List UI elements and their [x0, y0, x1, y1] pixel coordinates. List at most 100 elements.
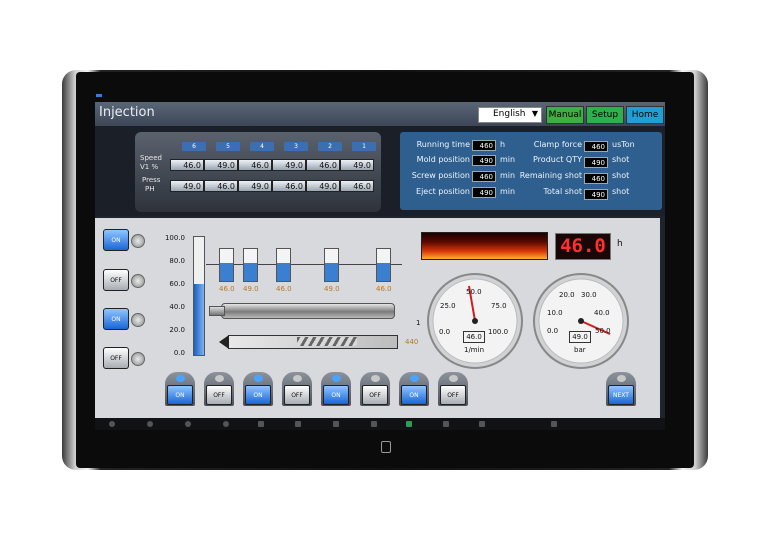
language-select[interactable]: English ▼	[478, 107, 542, 123]
taskbar-icon[interactable]	[406, 421, 412, 427]
gauge1-tick: 50.0	[466, 288, 482, 296]
speed-gauge	[427, 273, 523, 369]
tank-header-line	[206, 264, 402, 265]
taskbar-icon[interactable]	[295, 421, 301, 427]
speed-field[interactable]: 49.0	[204, 159, 238, 171]
status-panel: Running time 460 h Mold position 490 min…	[400, 132, 662, 210]
speed-press-panel: 6 5 4 3 2 1 Speed V1 % Press PH 46.0 49.…	[135, 132, 381, 212]
press-field[interactable]: 49.0	[170, 180, 204, 192]
stat-label: Clamp force	[533, 140, 582, 149]
switch-lamp	[617, 375, 626, 382]
setup-button[interactable]: Setup	[586, 106, 624, 124]
side-switch-3[interactable]: ON	[103, 308, 129, 330]
bottom-switch-1[interactable]: ON	[167, 385, 193, 405]
home-button[interactable]: Home	[626, 106, 664, 124]
press-field[interactable]: 46.0	[340, 180, 374, 192]
temperature-unit: h	[617, 239, 623, 249]
gauge1-tick: 25.0	[440, 302, 456, 310]
next-button[interactable]: NEXT	[608, 385, 634, 405]
tank-1	[219, 248, 234, 282]
stat-unit: min	[500, 187, 516, 196]
bottom-switch-8[interactable]: OFF	[440, 385, 466, 405]
stat-value: 490	[472, 155, 496, 166]
stat-label: Total shot	[543, 187, 583, 196]
stat-value: 460	[584, 173, 608, 184]
press-unit: PH	[145, 185, 155, 193]
side-indicator-4	[131, 352, 145, 366]
speed-unit: V1 %	[140, 163, 159, 171]
gauge2-value: 49.0	[569, 331, 591, 343]
stat-unit: shot	[612, 187, 630, 196]
stat-label: Remaining shot	[519, 171, 582, 180]
gauge1-tick: 100.0	[488, 328, 509, 336]
bottom-switch-3[interactable]: ON	[245, 385, 271, 405]
chevron-down-icon: ▼	[531, 109, 538, 118]
gauge2-tick: 0.0	[547, 327, 559, 335]
taskbar-icon[interactable]	[443, 421, 449, 427]
press-field[interactable]: 49.0	[306, 180, 340, 192]
taskbar-icon[interactable]	[333, 421, 339, 427]
bottom-switch-5[interactable]: ON	[323, 385, 349, 405]
press-field[interactable]: 46.0	[204, 180, 238, 192]
taskbar-icon[interactable]	[147, 421, 153, 427]
bottom-switch-6[interactable]: OFF	[362, 385, 388, 405]
bottom-switch-4[interactable]: OFF	[284, 385, 310, 405]
side-indicator-2	[131, 274, 145, 288]
stat-value: 490	[584, 157, 608, 168]
stat-value: 460	[584, 141, 608, 152]
taskbar-icon[interactable]	[258, 421, 264, 427]
press-field[interactable]: 49.0	[238, 180, 272, 192]
level-tick: 0.0	[173, 349, 185, 357]
manual-button[interactable]: Manual	[546, 106, 584, 124]
side-switch-2[interactable]: OFF	[103, 269, 129, 291]
gauge1-tick: 0.0	[439, 328, 451, 336]
side-switch-1[interactable]: ON	[103, 229, 129, 251]
tank-4	[324, 248, 339, 282]
bottom-switch-7[interactable]: ON	[401, 385, 427, 405]
level-tick: 100.0	[164, 234, 185, 242]
level-tick: 80.0	[169, 257, 185, 265]
home-key[interactable]	[381, 441, 391, 453]
level-tick: 40.0	[169, 303, 185, 311]
speed-field[interactable]: 46.0	[238, 159, 272, 171]
screw-travel-bar	[228, 335, 398, 349]
taskbar-icon[interactable]	[223, 421, 229, 427]
side-switch-4[interactable]: OFF	[103, 347, 129, 369]
hmi-screen: Injection English ▼ Manual Setup Home 6 …	[95, 102, 665, 430]
screw-side-label: 1	[416, 319, 421, 327]
switch-lamp	[215, 375, 224, 382]
stat-unit: shot	[612, 155, 630, 164]
gauge2-tick: 20.0	[559, 291, 575, 299]
taskbar-icon[interactable]	[109, 421, 115, 427]
gauge2-tick: 10.0	[547, 309, 563, 317]
gauge2-unit: bar	[574, 346, 586, 354]
tank-2	[243, 248, 258, 282]
gauge2-tick: 40.0	[594, 309, 610, 317]
gauge2-tick: 50.0	[595, 327, 611, 335]
switch-lamp	[293, 375, 302, 382]
bottom-switch-2[interactable]: OFF	[206, 385, 232, 405]
title-bar: Injection English ▼ Manual Setup Home	[95, 102, 665, 126]
press-field[interactable]: 46.0	[272, 180, 306, 192]
speed-field[interactable]: 46.0	[306, 159, 340, 171]
taskbar-icon[interactable]	[185, 421, 191, 427]
injection-barrel	[221, 303, 395, 319]
stat-value: 490	[584, 189, 608, 200]
taskbar-icon[interactable]	[371, 421, 377, 427]
stage-tag: 6	[182, 142, 206, 151]
speed-field[interactable]: 49.0	[272, 159, 306, 171]
switch-lamp	[449, 375, 458, 382]
arrow-left-icon	[219, 335, 229, 349]
taskbar-icon[interactable]	[479, 421, 485, 427]
speed-field[interactable]: 46.0	[170, 159, 204, 171]
stat-value: 490	[472, 187, 496, 198]
speed-field[interactable]: 49.0	[340, 159, 374, 171]
stat-unit: usTon	[612, 140, 635, 149]
taskbar-icon[interactable]	[551, 421, 557, 427]
stat-unit: h	[500, 140, 506, 149]
stat-value: 460	[472, 140, 496, 151]
stage-tag: 5	[216, 142, 240, 151]
gauge1-value: 46.0	[463, 331, 485, 343]
taskbar	[95, 418, 665, 430]
speed-label: Speed	[140, 154, 162, 162]
